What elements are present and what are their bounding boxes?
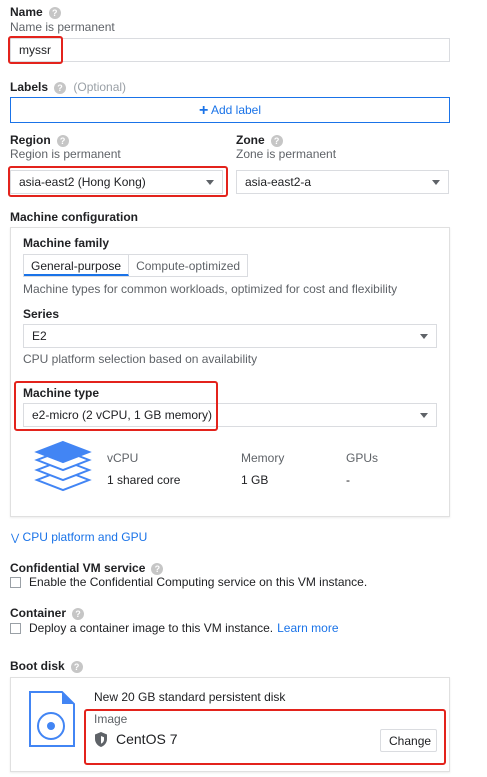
name-label: Name? — [10, 5, 61, 19]
double-chevron-down-icon: ⋁ — [11, 533, 20, 544]
dropdown-arrow-icon — [432, 180, 440, 185]
spec-header-memory: Memory — [241, 451, 285, 465]
boot-disk-header: Boot disk? — [10, 659, 83, 673]
machine-config-label: Machine configuration — [10, 210, 139, 224]
spec-value-gpus: - — [346, 473, 350, 487]
container-option: Deploy a container image to this VM inst… — [10, 621, 339, 635]
help-icon[interactable]: ? — [70, 660, 83, 673]
add-label-text: Add label — [210, 103, 262, 117]
region-highlight — [8, 166, 228, 197]
machine-stack-icon — [34, 440, 92, 492]
confidential-option: Enable the Confidential Computing servic… — [10, 575, 367, 589]
container-checkbox[interactable] — [10, 622, 21, 634]
tab-general-purpose[interactable]: General-purpose — [24, 255, 130, 276]
name-input[interactable]: myssr — [10, 38, 450, 62]
series-label: Series — [23, 307, 60, 321]
machine-type-highlight — [14, 381, 218, 431]
zone-select[interactable]: asia-east2-a — [236, 170, 449, 194]
name-hint: Name is permanent — [10, 20, 115, 34]
cpu-platform-link-text: CPU platform and GPU — [22, 530, 148, 544]
region-label: Region — [10, 133, 51, 147]
help-icon[interactable]: ? — [54, 81, 67, 94]
spec-header-gpus: GPUs — [346, 451, 379, 465]
spec-value-memory: 1 GB — [241, 473, 269, 487]
zone-label: Zone — [236, 133, 265, 147]
container-label: Container — [10, 606, 67, 620]
disk-icon — [29, 691, 75, 747]
boot-image-highlight — [84, 709, 446, 765]
name-highlight — [8, 36, 63, 64]
zone-select-value: asia-east2-a — [245, 175, 312, 189]
machine-family-tabs: General-purpose Compute-optimized — [23, 254, 249, 277]
confidential-label: Confidential VM service — [10, 561, 146, 575]
container-checkbox-text: Deploy a container image to this VM inst… — [29, 621, 274, 635]
labels-optional: (Optional) — [73, 80, 127, 94]
help-icon[interactable]: ? — [151, 562, 164, 575]
help-icon[interactable]: ? — [270, 134, 283, 147]
confidential-header: Confidential VM service? — [10, 561, 164, 575]
series-select[interactable]: E2 — [23, 324, 437, 348]
machine-family-label: Machine family — [23, 236, 110, 250]
tab-compute-optimized[interactable]: Compute-optimized — [129, 255, 248, 276]
spec-value-vcpu: 1 shared core — [107, 473, 181, 487]
help-icon[interactable]: ? — [56, 134, 69, 147]
machine-family-description: Machine types for common workloads, opti… — [23, 282, 398, 296]
dropdown-arrow-icon — [420, 413, 428, 418]
series-hint: CPU platform selection based on availabi… — [23, 352, 258, 366]
spec-header-vcpu: vCPU — [107, 451, 139, 465]
confidential-checkbox-text: Enable the Confidential Computing servic… — [29, 575, 368, 589]
series-select-value: E2 — [32, 329, 47, 343]
region-hint: Region is permanent — [10, 147, 121, 161]
plus-icon: + — [198, 102, 209, 119]
boot-disk-description: New 20 GB standard persistent disk — [94, 690, 286, 704]
labels-label: Labels — [10, 80, 49, 94]
add-label-button[interactable]: + Add label — [10, 97, 450, 123]
help-icon[interactable]: ? — [72, 607, 85, 620]
zone-hint: Zone is permanent — [236, 147, 337, 161]
region-header: Region? — [10, 133, 69, 147]
zone-header: Zone? — [236, 133, 283, 147]
boot-disk-label: Boot disk — [10, 659, 65, 673]
cpu-platform-link[interactable]: ⋁ CPU platform and GPU — [11, 530, 147, 544]
container-header: Container? — [10, 606, 85, 620]
help-icon[interactable]: ? — [48, 6, 61, 19]
confidential-checkbox[interactable] — [10, 576, 21, 588]
dropdown-arrow-icon — [420, 334, 428, 339]
labels-header: Labels? (Optional) — [10, 80, 126, 94]
learn-more-link[interactable]: Learn more — [277, 621, 338, 635]
name-label-text: Name — [10, 5, 43, 19]
